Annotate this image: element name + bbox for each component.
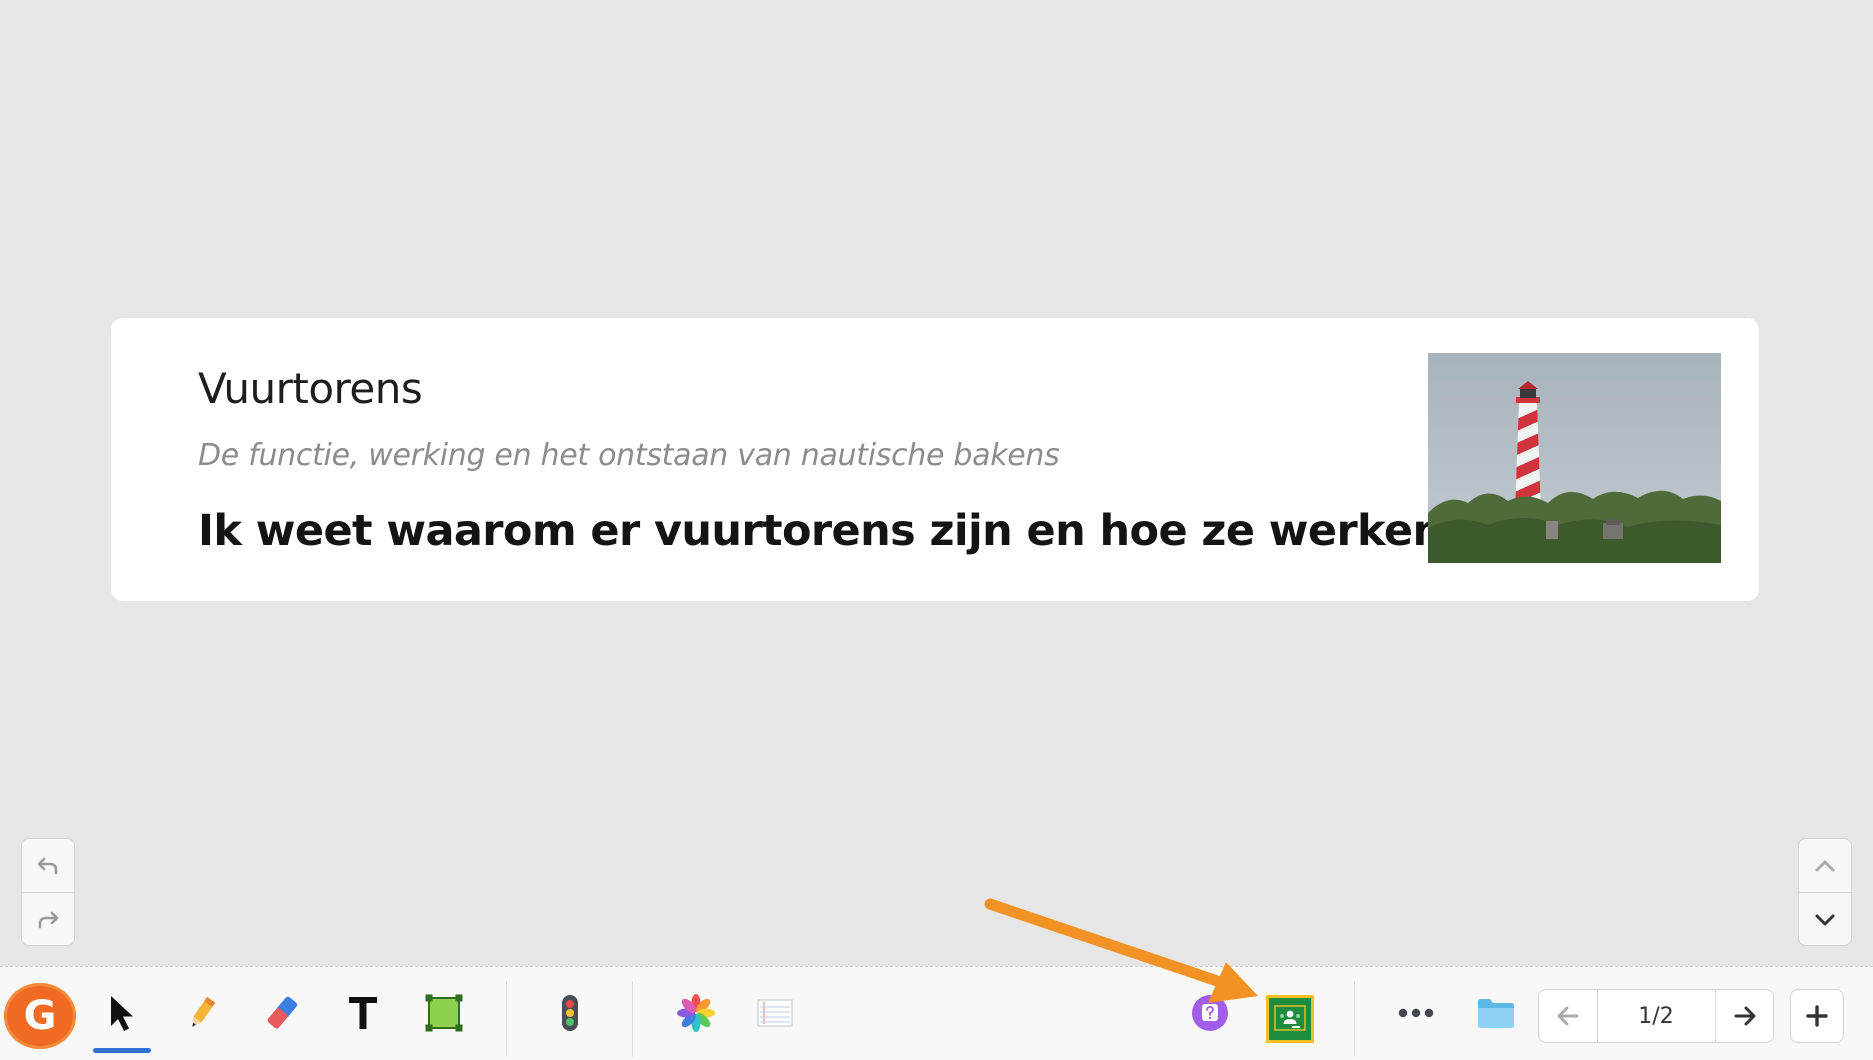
arrow-right-icon [1734,1006,1756,1026]
learning-goal: Ik weet waarom er vuurtorens zijn en hoe… [198,506,1459,556]
shape-square-icon [425,994,463,1032]
google-classroom-icon [1274,1005,1306,1031]
notepad-icon [757,999,793,1027]
logo-letter: G [23,993,57,1039]
active-tool-indicator [93,1048,151,1053]
arrow-left-icon [1557,1006,1579,1026]
app-logo-button[interactable]: G [4,983,76,1049]
scroll-up-button[interactable] [1799,839,1851,892]
toolbar-separator [506,981,507,1057]
redo-button[interactable] [22,893,74,946]
shape-tool-button[interactable] [414,983,474,1043]
plus-icon [1806,1005,1828,1027]
notes-tool-button[interactable] [745,983,805,1043]
pinwheel-icon [677,994,715,1032]
lesson-title: Vuurtorens [198,364,423,413]
traffic-light-icon [562,995,578,1031]
redo-icon [38,911,59,928]
open-folder-button[interactable] [1466,983,1526,1043]
chevron-up-icon [1815,860,1835,871]
lighthouse-photo [1428,353,1721,563]
toolbar-separator [632,981,633,1057]
undo-redo-group [21,838,75,946]
pencil-tool-button[interactable] [172,983,232,1043]
undo-icon [37,857,58,874]
page-navigation: 1/2 [1538,989,1774,1043]
bottom-toolbar: G 1/2 [0,966,1873,1060]
select-tool-button[interactable] [92,983,152,1043]
previous-page-button[interactable] [1539,990,1597,1042]
folder-icon [1478,999,1514,1028]
google-classroom-button[interactable] [1266,995,1314,1043]
pencil-icon [192,997,216,1027]
text-tool-button[interactable] [333,983,393,1043]
toolbar-separator [1354,981,1355,1057]
eraser-tool-button[interactable] [252,983,312,1043]
page-indicator: 1/2 [1638,1003,1674,1029]
chevron-down-icon [1815,914,1835,925]
eraser-icon [267,996,298,1029]
scroll-down-button[interactable] [1799,893,1851,946]
pinwheel-tool-button[interactable] [666,983,726,1043]
lesson-title-card[interactable]: Vuurtorens De functie, werking en het on… [111,318,1759,601]
whiteboard-canvas[interactable]: Vuurtorens De functie, werking en het on… [0,0,1873,966]
more-options-button[interactable] [1386,983,1446,1043]
lesson-subtitle: De functie, werking en het ontstaan van … [198,438,1060,473]
traffic-light-button[interactable] [540,983,600,1043]
quiz-button[interactable] [1180,983,1240,1043]
question-bubble-icon [1192,995,1228,1031]
scroll-group [1798,838,1852,946]
undo-button[interactable] [22,839,74,892]
add-page-button[interactable] [1790,989,1844,1043]
cursor-arrow-icon [111,996,133,1031]
text-t-icon [349,997,377,1029]
more-dots-icon [1398,1008,1434,1018]
next-page-button[interactable] [1716,990,1774,1042]
